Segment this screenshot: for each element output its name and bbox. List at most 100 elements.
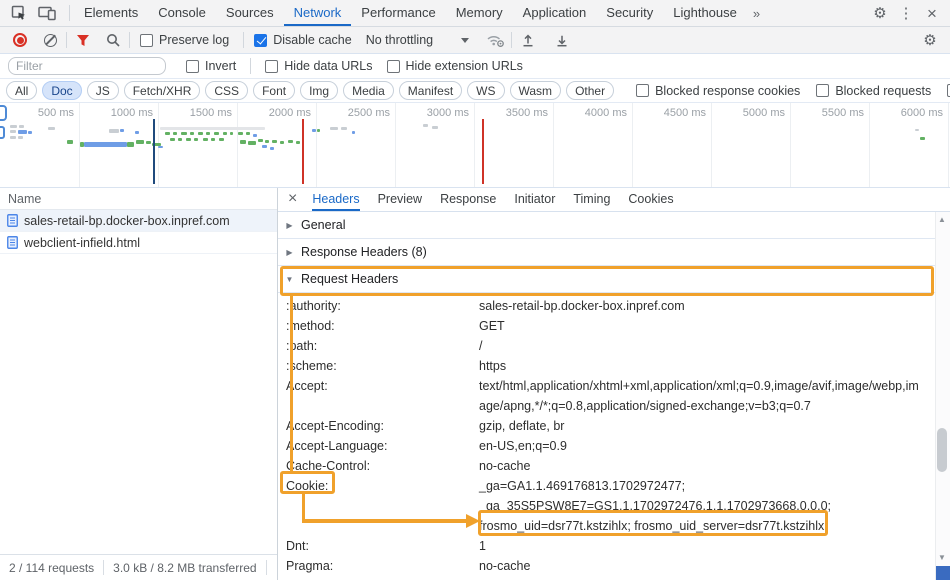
- resource-type-chip[interactable]: Img: [300, 81, 338, 100]
- device-toolbar-icon[interactable]: [35, 2, 59, 24]
- panel-tab[interactable]: Elements: [74, 0, 148, 26]
- tabbar-left-icons: [0, 2, 65, 24]
- overview-left-handle-small[interactable]: [0, 126, 5, 139]
- filter-toggle-checkbox-box[interactable]: [636, 84, 649, 97]
- filter-icon[interactable]: [71, 29, 95, 51]
- details-scrollbar[interactable]: [935, 212, 950, 580]
- overview-left-handle[interactable]: [0, 105, 7, 121]
- details-tab[interactable]: Preview: [378, 188, 422, 211]
- chevron-down-icon: ▼: [285, 275, 294, 284]
- network-conditions-icon[interactable]: [483, 29, 507, 51]
- details-tab[interactable]: Headers: [312, 188, 359, 211]
- network-settings-gear-icon[interactable]: ⚙: [918, 29, 942, 51]
- hide-extension-urls-checkbox-box[interactable]: [387, 60, 400, 73]
- name-column-header[interactable]: Name: [0, 188, 277, 210]
- details-tab[interactable]: Response: [440, 188, 496, 211]
- divider: [69, 5, 70, 21]
- waterfall-bar: [181, 132, 187, 135]
- details-tab[interactable]: Cookies: [628, 188, 673, 211]
- resource-type-chip[interactable]: Other: [566, 81, 614, 100]
- header-name: :method:: [278, 316, 479, 336]
- filter-row: Invert Hide data URLs Hide extension URL…: [0, 54, 950, 79]
- resource-type-chip[interactable]: WS: [467, 81, 504, 100]
- resource-type-chip[interactable]: JS: [87, 81, 119, 100]
- panel-tab[interactable]: Application: [513, 0, 597, 26]
- invert-checkbox-box[interactable]: [186, 60, 199, 73]
- details-tab[interactable]: Initiator: [514, 188, 555, 211]
- waterfall-bar: [280, 141, 284, 144]
- scroll-up-icon[interactable]: ▲: [935, 213, 949, 227]
- export-har-icon[interactable]: [550, 29, 574, 51]
- preserve-log-checkbox-box[interactable]: [140, 34, 153, 47]
- timeline-gridline: [790, 103, 791, 187]
- waterfall-bar: [312, 129, 316, 132]
- waterfall-bar: [158, 146, 163, 148]
- resource-type-chip[interactable]: All: [6, 81, 37, 100]
- request-row[interactable]: sales-retail-bp.docker-box.inpref.com: [0, 210, 277, 232]
- header-section-row[interactable]: ▶ ▼ Response Headers (8): [278, 239, 935, 266]
- invert-checkbox[interactable]: Invert: [186, 59, 236, 73]
- chevron-right-icon: ▶: [285, 248, 294, 257]
- network-overview-timeline[interactable]: 500 ms1000 ms1500 ms2000 ms2500 ms3000 m…: [0, 103, 950, 188]
- resource-type-chip[interactable]: Font: [253, 81, 295, 100]
- resource-type-chip[interactable]: Media: [343, 81, 394, 100]
- waterfall-bar: [146, 141, 151, 144]
- inspect-element-icon[interactable]: [7, 2, 31, 24]
- waterfall-bar: [265, 140, 269, 143]
- filter-toggle-checkbox-box[interactable]: [816, 84, 829, 97]
- resource-type-chip[interactable]: Manifest: [399, 81, 462, 100]
- search-icon[interactable]: [101, 29, 125, 51]
- overview-graph[interactable]: 500 ms1000 ms1500 ms2000 ms2500 ms3000 m…: [0, 103, 950, 187]
- hide-extension-urls-checkbox[interactable]: Hide extension URLs: [387, 59, 523, 73]
- resource-type-chip[interactable]: CSS: [205, 81, 248, 100]
- hide-data-urls-checkbox[interactable]: Hide data URLs: [265, 59, 372, 73]
- panel-tab[interactable]: Performance: [351, 0, 445, 26]
- document-icon: [7, 214, 18, 227]
- waterfall-bar: [135, 131, 139, 134]
- waterfall-bar: [230, 132, 233, 135]
- network-status-bar: 2 / 114 requests 3.0 kB / 8.2 MB transfe…: [0, 554, 277, 580]
- waterfall-bar: [920, 137, 925, 140]
- waterfall-bar: [272, 140, 277, 143]
- hide-data-urls-checkbox-box[interactable]: [265, 60, 278, 73]
- scroll-down-icon[interactable]: ▼: [935, 551, 949, 565]
- filter-input[interactable]: [8, 57, 166, 75]
- details-tab[interactable]: Timing: [573, 188, 610, 211]
- panel-tab[interactable]: Lighthouse: [663, 0, 747, 26]
- clear-network-log-icon[interactable]: [38, 29, 62, 51]
- header-section-row[interactable]: ▶ ▼ Request Headers: [278, 266, 935, 293]
- panel-tab[interactable]: Sources: [216, 0, 284, 26]
- panel-tab[interactable]: Network: [284, 0, 352, 26]
- settings-gear-icon[interactable]: ⚙: [868, 2, 892, 24]
- filter-toggle-checkbox[interactable]: Blocked response cookies: [636, 84, 800, 98]
- resource-type-chip[interactable]: Doc: [42, 81, 81, 100]
- panel-tab[interactable]: Console: [148, 0, 216, 26]
- request-count: 2 / 114 requests: [0, 561, 103, 575]
- close-details-icon[interactable]: ×: [286, 191, 303, 209]
- import-har-icon[interactable]: [516, 29, 540, 51]
- throttling-dropdown[interactable]: No throttling: [362, 33, 473, 47]
- waterfall-bar: [214, 132, 219, 135]
- panel-tab[interactable]: Memory: [446, 0, 513, 26]
- waterfall-bar: [258, 139, 263, 142]
- filter-toggle-checkbox[interactable]: Blocked requests: [816, 84, 931, 98]
- disable-cache-checkbox-box[interactable]: [254, 34, 267, 47]
- request-row[interactable]: webclient-infield.html: [0, 232, 277, 254]
- waterfall-bar: [10, 125, 17, 128]
- resource-type-chip[interactable]: Wasm: [510, 81, 562, 100]
- requests-list: sales-retail-bp.docker-box.inpref.com we…: [0, 210, 277, 254]
- timeline-tick-label: 3500 ms: [506, 107, 548, 119]
- disable-cache-checkbox[interactable]: Disable cache: [254, 33, 352, 47]
- preserve-log-checkbox[interactable]: Preserve log: [140, 33, 229, 47]
- panel-tab[interactable]: Security: [596, 0, 663, 26]
- scrollbar-thumb[interactable]: [937, 428, 947, 472]
- close-devtools-icon[interactable]: ×: [920, 2, 944, 24]
- waterfall-bar: [194, 138, 198, 141]
- header-value: text/html,application/xhtml+xml,applicat…: [479, 376, 925, 416]
- header-section-row[interactable]: ▶ ▼ General: [278, 212, 935, 239]
- resource-type-chip[interactable]: Fetch/XHR: [124, 81, 201, 100]
- waterfall-bar: [211, 138, 215, 141]
- more-tabs-icon[interactable]: »: [747, 6, 766, 21]
- record-network-log-icon[interactable]: [8, 29, 32, 51]
- overflow-menu-icon[interactable]: ⋮: [894, 2, 918, 24]
